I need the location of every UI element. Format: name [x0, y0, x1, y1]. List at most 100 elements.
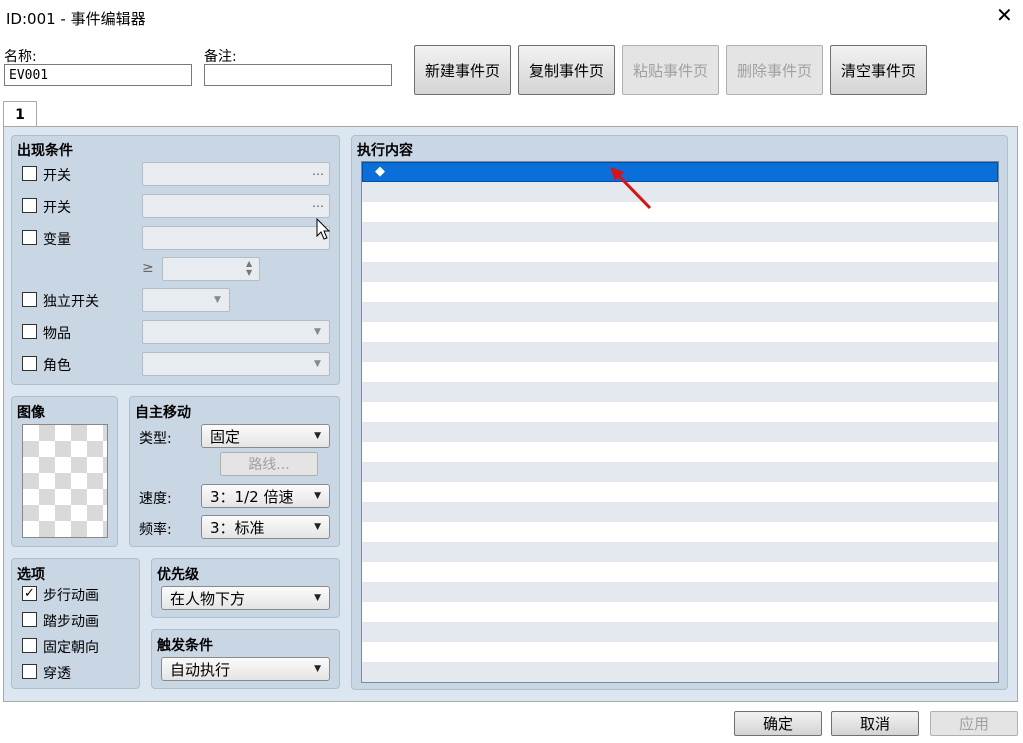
autonomous-movement-title: 自主移动 — [135, 405, 191, 421]
tab-page-1[interactable]: 1 — [3, 101, 37, 127]
move-frequency-label: 频率: — [139, 522, 172, 538]
clear-page-button[interactable]: 清空事件页 — [830, 45, 927, 95]
note-label: 备注: — [204, 49, 237, 65]
chevron-down-icon: ▼ — [314, 491, 321, 501]
self-switch-chevron-icon: ▼ — [214, 295, 221, 305]
priority-dropdown[interactable]: 在人物下方 ▼ — [161, 586, 330, 610]
command-list[interactable]: ◆ — [361, 161, 999, 683]
variable-checkbox[interactable] — [22, 230, 37, 245]
list-item[interactable] — [362, 582, 998, 602]
move-speed-dropdown[interactable]: 3：1/2 倍速 ▼ — [201, 484, 330, 508]
direction-fix-checkbox[interactable] — [22, 638, 37, 653]
new-page-button[interactable]: 新建事件页 — [414, 45, 511, 95]
gte-symbol: ≥ — [142, 260, 154, 276]
switch2-ellipsis-icon: … — [312, 196, 324, 210]
list-item[interactable] — [362, 262, 998, 282]
list-item[interactable] — [362, 202, 998, 222]
move-speed-value: 3：1/2 倍速 — [210, 487, 294, 506]
trigger-title: 触发条件 — [157, 638, 213, 654]
variable-selector — [142, 226, 330, 250]
list-item[interactable] — [362, 542, 998, 562]
chevron-down-icon: ▼ — [314, 431, 321, 441]
actor-label: 角色 — [43, 358, 71, 374]
list-item[interactable] — [362, 302, 998, 322]
priority-value: 在人物下方 — [170, 589, 246, 608]
list-item[interactable]: ◆ — [362, 162, 998, 182]
stepping-anim-checkbox[interactable] — [22, 612, 37, 627]
list-item[interactable] — [362, 362, 998, 382]
list-item[interactable] — [362, 662, 998, 682]
through-checkbox[interactable] — [22, 664, 37, 679]
annotation-arrow-icon — [610, 167, 652, 210]
stepping-anim-label: 踏步动画 — [43, 614, 99, 630]
conditions-title: 出现条件 — [17, 143, 73, 159]
list-item[interactable] — [362, 642, 998, 662]
spinner-arrows-icon: ▲ ▼ — [246, 259, 253, 277]
command-diamond-icon: ◆ — [375, 164, 385, 179]
list-item[interactable] — [362, 602, 998, 622]
list-item[interactable] — [362, 242, 998, 262]
list-item[interactable] — [362, 442, 998, 462]
cancel-button[interactable]: 取消 — [831, 711, 919, 736]
delete-page-button[interactable]: 删除事件页 — [726, 45, 823, 95]
list-item[interactable] — [362, 462, 998, 482]
move-type-label: 类型: — [139, 431, 172, 447]
apply-button[interactable]: 应用 — [930, 711, 1018, 736]
options-title: 选项 — [17, 567, 45, 583]
list-item[interactable] — [362, 222, 998, 242]
image-title: 图像 — [17, 405, 45, 421]
move-frequency-dropdown[interactable]: 3：标准 ▼ — [201, 515, 330, 539]
self-switch-checkbox[interactable] — [22, 292, 37, 307]
list-item[interactable] — [362, 402, 998, 422]
move-frequency-value: 3：标准 — [210, 518, 265, 537]
list-item[interactable] — [362, 322, 998, 342]
close-icon[interactable]: ✕ — [996, 5, 1013, 25]
priority-title: 优先级 — [157, 567, 199, 583]
switch1-label: 开关 — [43, 168, 71, 184]
ok-button[interactable]: 确定 — [734, 711, 822, 736]
checkmark-icon: ✓ — [24, 586, 35, 601]
list-item[interactable] — [362, 522, 998, 542]
list-item[interactable] — [362, 182, 998, 202]
list-item[interactable] — [362, 562, 998, 582]
list-item[interactable] — [362, 282, 998, 302]
chevron-down-icon: ▼ — [314, 593, 321, 603]
list-item[interactable] — [362, 422, 998, 442]
walking-anim-label: 步行动画 — [43, 588, 99, 604]
move-type-value: 固定 — [210, 427, 241, 446]
name-input[interactable]: EV001 — [4, 64, 192, 86]
list-item[interactable] — [362, 502, 998, 522]
chevron-down-icon: ▼ — [314, 522, 321, 532]
list-item[interactable] — [362, 622, 998, 642]
item-chevron-icon: ▼ — [314, 327, 321, 337]
list-item[interactable] — [362, 482, 998, 502]
name-label: 名称: — [4, 49, 37, 65]
through-label: 穿透 — [43, 666, 71, 682]
list-item[interactable] — [362, 382, 998, 402]
actor-checkbox[interactable] — [22, 356, 37, 371]
item-checkbox[interactable] — [22, 324, 37, 339]
copy-page-button[interactable]: 复制事件页 — [518, 45, 615, 95]
trigger-dropdown[interactable]: 自动执行 ▼ — [161, 657, 330, 681]
direction-fix-label: 固定朝向 — [43, 640, 99, 656]
switch1-selector — [142, 162, 330, 186]
list-item[interactable] — [362, 342, 998, 362]
item-dropdown — [142, 320, 330, 344]
note-input[interactable] — [204, 64, 392, 86]
switch2-checkbox[interactable] — [22, 198, 37, 213]
move-type-dropdown[interactable]: 固定 ▼ — [201, 424, 330, 448]
contents-title: 执行内容 — [357, 143, 413, 159]
trigger-value: 自动执行 — [170, 660, 231, 679]
character-image-preview[interactable] — [22, 424, 108, 538]
walking-anim-checkbox[interactable]: ✓ — [22, 586, 37, 601]
paste-page-button[interactable]: 粘贴事件页 — [622, 45, 719, 95]
move-speed-label: 速度: — [139, 491, 172, 507]
switch1-ellipsis-icon: … — [312, 164, 324, 178]
self-switch-label: 独立开关 — [43, 294, 99, 310]
route-button[interactable]: 路线... — [220, 452, 318, 476]
switch2-selector — [142, 194, 330, 218]
item-label: 物品 — [43, 326, 71, 342]
actor-dropdown — [142, 352, 330, 376]
chevron-down-icon: ▼ — [314, 664, 321, 674]
switch1-checkbox[interactable] — [22, 166, 37, 181]
